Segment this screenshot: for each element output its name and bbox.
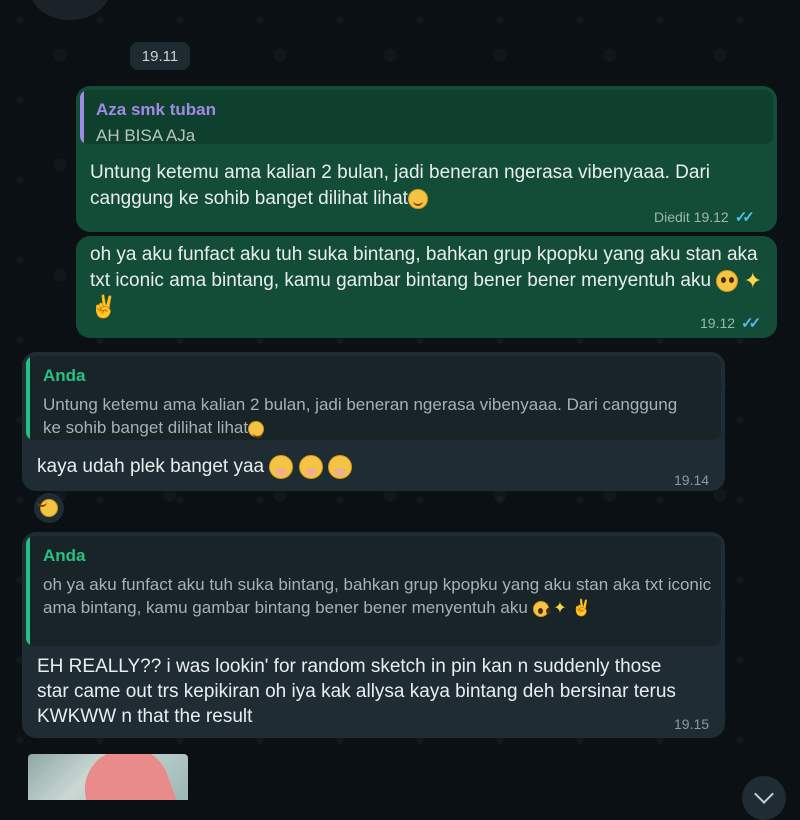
pleading-face-icon [716, 269, 739, 292]
reply-quote[interactable]: Anda oh ya aku funfact aku tuh suka bint… [26, 536, 721, 646]
reply-quote[interactable]: Anda Untung ketemu ama kalian 2 bulan, j… [26, 356, 721, 440]
double-check-icon: ✓✓ [741, 315, 761, 332]
message-text-wrap: Untung ketemu ama kalian 2 bulan, jadi b… [90, 160, 770, 212]
message-text-wrap: EH REALLY?? i was lookin' for random ske… [37, 654, 682, 729]
reply-accent-bar [26, 356, 30, 440]
hand-over-mouth-emoji-icon [298, 454, 323, 479]
pleading-face-icon [532, 600, 549, 617]
reply-accent-bar [80, 90, 84, 144]
incoming-message-bubble[interactable]: Anda Untung ketemu ama kalian 2 bulan, j… [22, 352, 725, 491]
reply-preview-wrap: oh ya aku funfact aku tuh suka bintang, … [43, 573, 718, 620]
reply-quote[interactable]: Aza smk tuban AH BISA AJa [80, 90, 773, 144]
scroll-to-bottom-button[interactable] [742, 776, 786, 820]
double-check-icon: ✓✓ [734, 209, 755, 226]
outgoing-message-bubble[interactable]: oh ya aku funfact aku tuh suka bintang, … [76, 236, 777, 338]
image-message-preview[interactable] [28, 754, 188, 800]
message-text-wrap: kaya udah plek banget yaa [37, 454, 352, 480]
message-meta: Diedit 19.12 ✓✓ [654, 208, 755, 226]
hand-over-mouth-emoji-icon [269, 454, 294, 479]
hand-over-mouth-emoji-icon [327, 454, 352, 479]
crossed-fingers-icon: ✌ [571, 599, 592, 617]
message-text: EH REALLY?? i was lookin' for random ske… [37, 656, 676, 727]
message-text: kaya udah plek banget yaa [37, 456, 265, 477]
laughing-face-icon [40, 499, 58, 517]
reply-preview-text: oh ya aku funfact aku tuh suka bintang, … [43, 575, 712, 617]
chevron-down-icon [754, 784, 774, 804]
message-meta: 19.12 ✓✓ [700, 314, 761, 332]
message-text: oh ya aku funfact aku tuh suka bintang, … [90, 244, 758, 291]
reply-sender-name: Anda [43, 366, 86, 385]
reply-preview-text: AH BISA AJa [96, 126, 196, 144]
message-meta: 19.15 [674, 716, 709, 732]
reply-sender-name: Anda [43, 546, 86, 565]
time-divider: 19.11 [130, 42, 190, 70]
message-meta: 19.14 [674, 472, 709, 488]
message-text: Untung ketemu ama kalian 2 bulan, jadi b… [90, 162, 711, 209]
reply-sender-name: Aza smk tuban [96, 100, 216, 119]
sparkles-icon: ✦ [553, 599, 567, 617]
rofl-emoji-icon [407, 188, 428, 209]
crossed-fingers-icon: ✌ [90, 293, 118, 319]
sparkles-icon: ✦ [743, 267, 763, 293]
message-time: 19.12 [700, 315, 736, 331]
outgoing-message-bubble[interactable]: Aza smk tuban AH BISA AJa Untung ketemu … [76, 86, 777, 232]
message-text-wrap: oh ya aku funfact aku tuh suka bintang, … [90, 242, 770, 320]
reply-preview-text: Untung ketemu ama kalian 2 bulan, jadi b… [43, 395, 678, 437]
rofl-emoji-icon [248, 420, 265, 438]
incoming-message-bubble[interactable]: Anda oh ya aku funfact aku tuh suka bint… [22, 532, 725, 738]
message-time: 19.15 [674, 716, 710, 732]
message-edited-time: Diedit 19.12 [654, 209, 729, 225]
message-reaction[interactable] [34, 493, 64, 523]
reply-preview-wrap: Untung ketemu ama kalian 2 bulan, jadi b… [43, 393, 683, 439]
message-time: 19.14 [674, 472, 710, 488]
reply-accent-bar [26, 536, 30, 646]
